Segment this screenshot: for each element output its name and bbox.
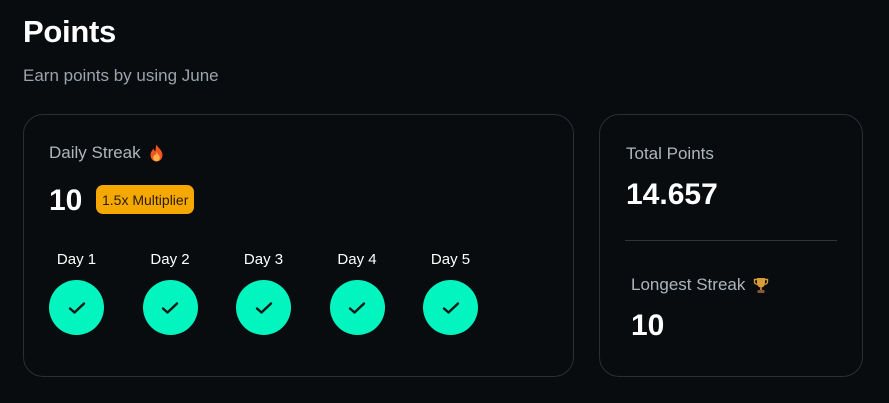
page-subtitle: Earn points by using June bbox=[23, 66, 219, 85]
streak-day-4: Day 4 bbox=[329, 250, 385, 335]
total-points-value: 14.657 bbox=[626, 178, 718, 211]
daily-streak-label-row: Daily Streak bbox=[49, 143, 164, 163]
streak-day-3: Day 3 bbox=[236, 250, 291, 335]
points-summary-card: Total Points 14.657 Longest Streak 10 bbox=[599, 114, 863, 377]
daily-streak-label: Daily Streak bbox=[49, 143, 141, 162]
check-icon bbox=[68, 301, 85, 314]
day-completed-indicator bbox=[423, 280, 478, 335]
day-completed-indicator bbox=[329, 280, 385, 335]
longest-streak-label: Longest Streak bbox=[631, 275, 746, 294]
multiplier-badge: 1.5x Multiplier bbox=[96, 185, 195, 214]
fire-icon bbox=[149, 144, 164, 162]
check-icon bbox=[442, 301, 459, 314]
day-label: Day 1 bbox=[56, 251, 97, 268]
streak-day-2: Day 2 bbox=[142, 250, 198, 335]
longest-streak-label-row: Longest Streak bbox=[631, 275, 769, 295]
check-icon bbox=[348, 301, 366, 314]
streak-days: Day 1 Day 2 Day 3 Day 4 Day 5 bbox=[49, 250, 478, 335]
check-icon bbox=[161, 301, 179, 314]
check-icon bbox=[255, 301, 272, 314]
day-label: Day 2 bbox=[150, 251, 190, 268]
day-completed-indicator bbox=[236, 280, 291, 335]
day-label: Day 4 bbox=[337, 251, 377, 268]
day-completed-indicator bbox=[142, 280, 198, 335]
streak-day-1: Day 1 bbox=[49, 250, 104, 335]
page-title: Points bbox=[23, 14, 116, 49]
day-label: Day 3 bbox=[243, 251, 284, 268]
total-points-label: Total Points bbox=[626, 144, 714, 163]
day-label: Day 5 bbox=[430, 251, 471, 268]
daily-streak-card: Daily Streak 10 1.5x Multiplier Day 1 Da… bbox=[23, 114, 574, 377]
divider bbox=[625, 240, 837, 241]
streak-day-5: Day 5 bbox=[423, 250, 478, 335]
day-completed-indicator bbox=[49, 280, 104, 335]
trophy-icon bbox=[753, 277, 769, 294]
daily-streak-count: 10 bbox=[49, 184, 83, 217]
longest-streak-value: 10 bbox=[631, 309, 665, 342]
